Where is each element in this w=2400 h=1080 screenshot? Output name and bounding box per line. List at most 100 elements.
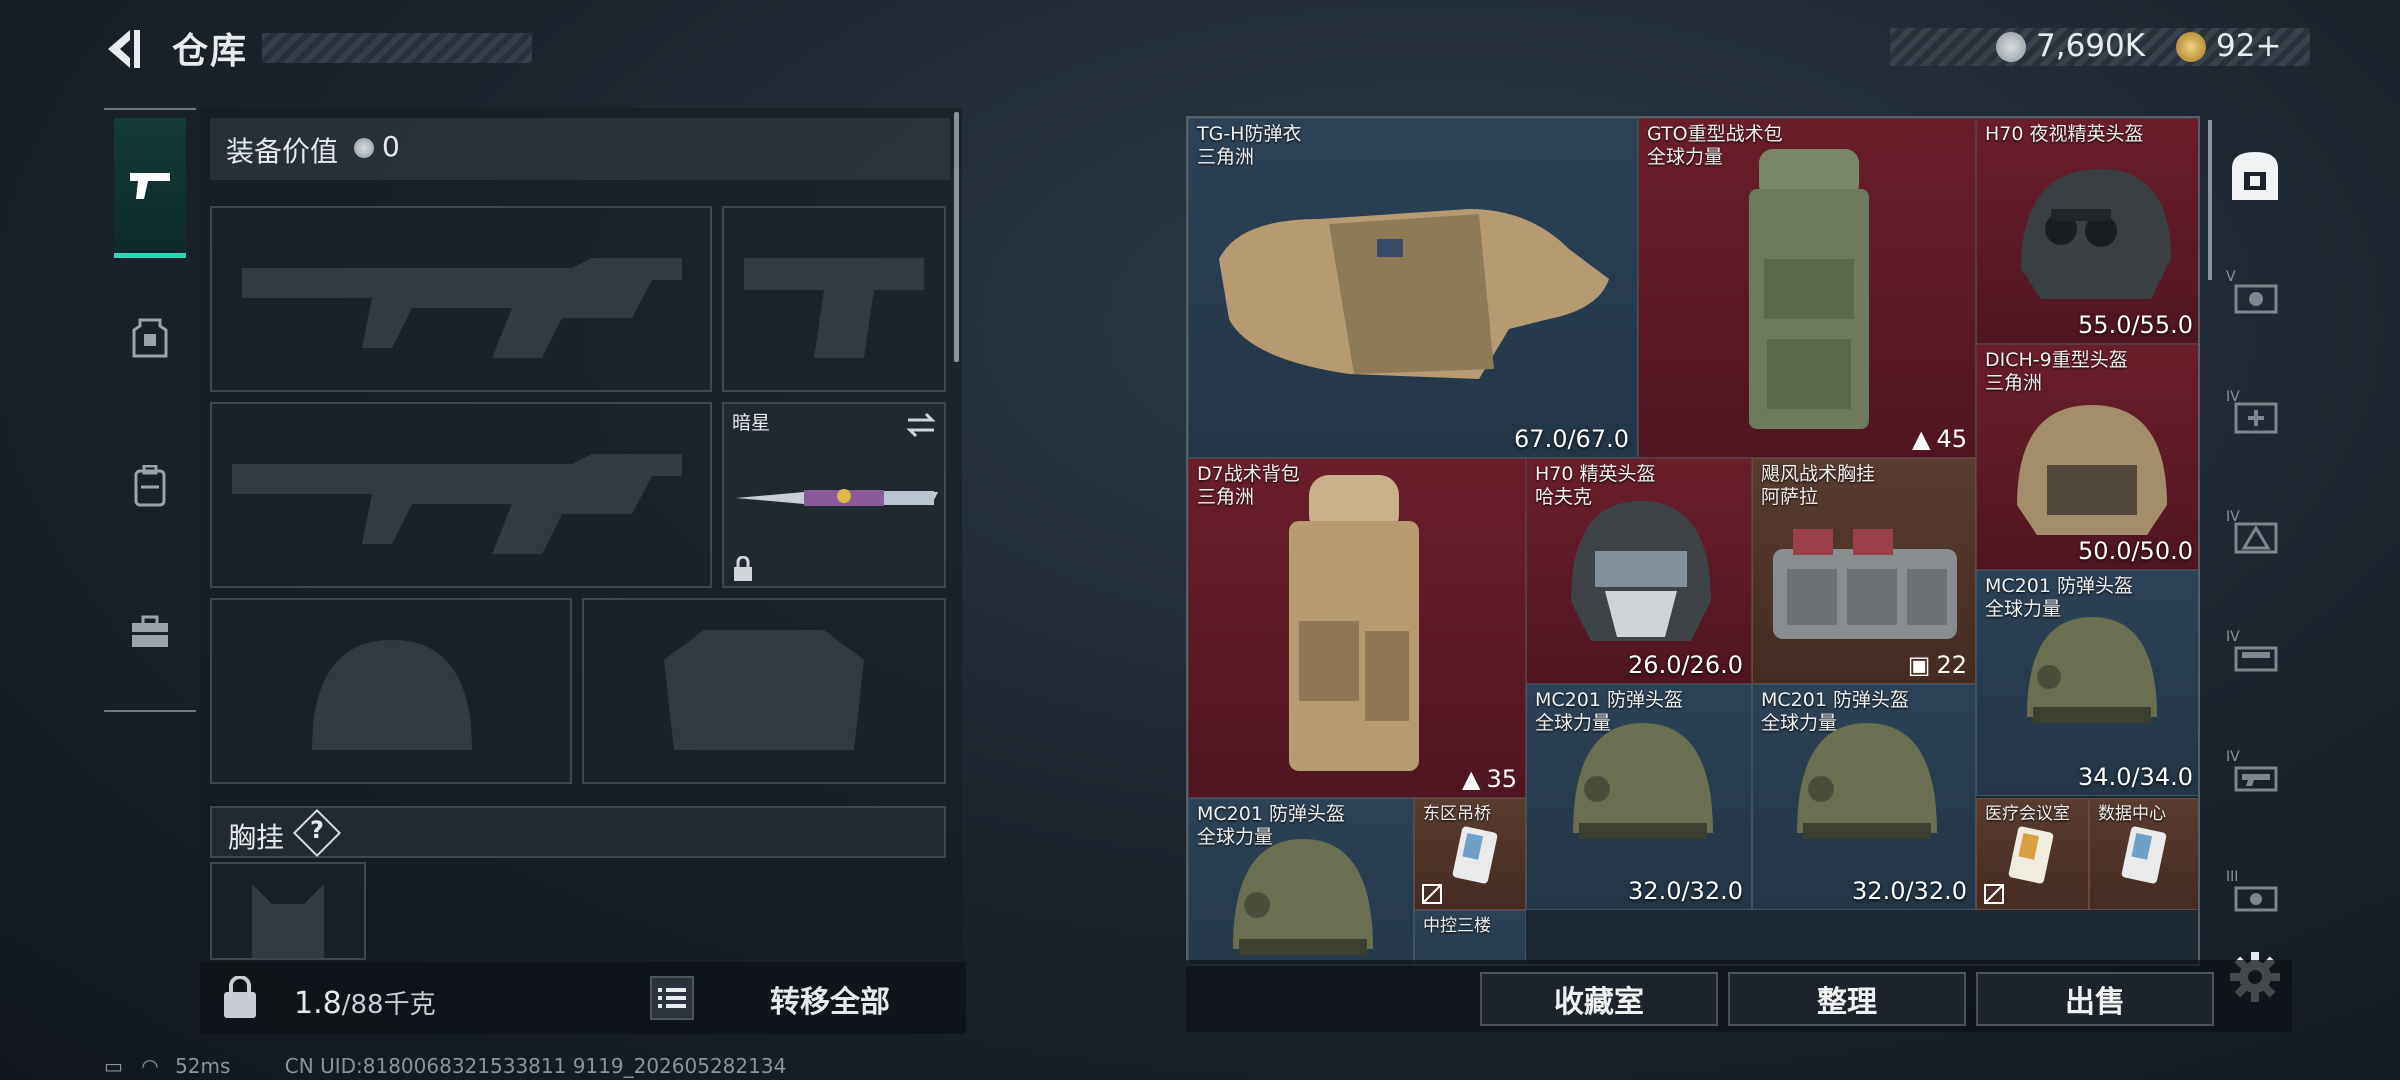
rifle-silhouette-icon <box>242 258 682 358</box>
item-faction: 三角洲 <box>1197 146 1255 168</box>
wifi-icon: ◠ <box>141 1054 159 1078</box>
tab-case[interactable] <box>114 602 186 662</box>
item-name: 数据中心 <box>2098 804 2166 824</box>
no-insure-icon <box>1422 884 1442 904</box>
item-faction: 阿萨拉 <box>1761 486 1819 508</box>
rail-level-4c-button[interactable]: IV <box>2226 626 2284 684</box>
sell-button[interactable]: 出售 <box>1976 972 2214 1026</box>
rail-level-5-button[interactable]: V <box>2226 266 2284 324</box>
ballistic-helmet-icon <box>1233 839 1373 955</box>
weight-max: /88千克 <box>341 990 436 1020</box>
loadout-scrollbar[interactable] <box>954 112 959 362</box>
item-capacity: 35 <box>1486 765 1517 793</box>
armor-silhouette-icon <box>664 630 864 750</box>
item-name: 中控三楼 <box>1423 916 1491 936</box>
chest-rig-icon <box>1773 529 1957 639</box>
title-decoration <box>262 33 532 63</box>
elite-helmet-icon <box>1571 501 1711 641</box>
back-arrow-icon <box>108 30 140 68</box>
status-bar: ▭ ◠ 52ms CN UID:8180068321533811 9119_20… <box>104 1054 786 1078</box>
secondary-weapon-slot[interactable] <box>210 402 712 588</box>
weight-lock-icon <box>220 975 260 1020</box>
item-capacity: 22 <box>1936 651 1967 679</box>
back-button[interactable] <box>100 26 146 72</box>
melee-name: 暗星 <box>732 412 771 434</box>
item-durability: 32.0/32.0 <box>1628 877 1743 905</box>
item-durability: 50.0/50.0 <box>2078 537 2193 565</box>
backpack-icon <box>1749 149 1869 429</box>
item-name: MC201 防弹头盔 <box>1985 575 2133 597</box>
item-faction: 三角洲 <box>1197 486 1255 508</box>
keycard-icon <box>2008 826 2054 884</box>
rifle-silhouette-icon <box>232 454 682 554</box>
swap-icon[interactable] <box>904 410 938 440</box>
stash-item[interactable]: H70 夜视精英头盔 55.0/55.0 <box>1976 118 2198 344</box>
rail-level-3-button[interactable]: III <box>2226 866 2284 924</box>
stash-item[interactable]: MC201 防弹头盔 全球力量 32.0/32.0 <box>1752 684 1976 910</box>
chest-rig-slot[interactable] <box>210 862 366 960</box>
sort-button[interactable]: 整理 <box>1728 972 1966 1026</box>
pistol-icon <box>114 156 186 216</box>
currency-value: 7,690K <box>2036 28 2146 64</box>
list-view-button[interactable] <box>650 976 694 1020</box>
medical-icon <box>2234 402 2278 434</box>
body-armor-icon <box>1219 209 1609 379</box>
chest-rig-header: 胸挂 ? <box>210 806 946 858</box>
stash-scrollbar[interactable] <box>2208 120 2212 280</box>
primary-weapon-slot[interactable] <box>210 206 712 392</box>
backpack-icon <box>1289 475 1419 771</box>
armor-slot[interactable] <box>582 598 946 784</box>
help-icon[interactable]: ? <box>310 816 324 844</box>
uid-text: CN UID:8180068321533811 9119_20260528213… <box>284 1054 787 1078</box>
item-faction: 全球力量 <box>1647 146 1724 168</box>
token-value[interactable]: 92+ <box>2216 28 2281 64</box>
coin-icon <box>1996 32 2026 62</box>
stash-item[interactable]: DICH-9重型头盔 三角洲 50.0/50.0 <box>1976 344 2198 570</box>
stash-item[interactable]: TG-H防弹衣 三角洲 67.0/67.0 <box>1188 118 1638 458</box>
tab-backpack[interactable] <box>114 456 186 516</box>
stash-item[interactable]: MC201 防弹头盔 全球力量 <box>1188 798 1414 964</box>
stash-item[interactable]: MC201 防弹头盔 全球力量 32.0/32.0 <box>1526 684 1752 910</box>
tab-armor[interactable] <box>114 308 186 368</box>
stash-grid: TG-H防弹衣 三角洲 67.0/67.0 GTO重型战术包 全球力量 ▲ 45 H7… <box>1186 116 2200 966</box>
rail-all-button[interactable] <box>2226 146 2284 204</box>
heavy-helmet-icon <box>2017 405 2167 535</box>
stash-item[interactable]: 飓风战术胸挂 阿萨拉 ▣ 22 <box>1752 458 1976 684</box>
item-durability: 55.0/55.0 <box>2078 311 2193 339</box>
gear-box-icon <box>2234 886 2278 912</box>
keycard-icon <box>2121 826 2167 884</box>
rail-level-4b-button[interactable]: IV <box>2226 506 2284 564</box>
collection-room-button[interactable]: 收藏室 <box>1480 972 1718 1026</box>
backpack-icon <box>134 465 166 507</box>
item-name: MC201 防弹头盔 <box>1761 689 1909 711</box>
stash-item[interactable]: H70 精英头盔 哈夫克 26.0/26.0 <box>1526 458 1752 684</box>
transfer-all-button[interactable]: 转移全部 <box>710 976 950 1022</box>
capacity-icon: ▲ <box>1911 425 1931 453</box>
stash-item[interactable]: D7战术背包 三角洲 ▲ 35 <box>1188 458 1526 798</box>
item-name: 医疗会议室 <box>1985 804 2070 824</box>
stash-item[interactable]: 东区吊桥 <box>1414 798 1526 910</box>
camera-icon <box>2234 284 2278 314</box>
list-icon <box>658 988 686 1008</box>
stash-item[interactable]: MC201 防弹头盔 全球力量 34.0/34.0 <box>1976 570 2198 796</box>
tab-weapon[interactable] <box>114 118 186 258</box>
helmet-slot[interactable] <box>210 598 572 784</box>
rail-level-4a-button[interactable]: IV <box>2226 386 2284 444</box>
equipment-value-bar: 装备价值 0 <box>210 118 950 180</box>
helmet-silhouette-icon <box>312 640 472 750</box>
melee-slot[interactable]: 暗星 <box>722 402 946 588</box>
stash-item[interactable]: 医疗会议室 <box>1976 798 2089 910</box>
pistol-slot[interactable] <box>722 206 946 392</box>
item-name: 飓风战术胸挂 <box>1761 463 1876 485</box>
item-name: DICH-9重型头盔 <box>1985 349 2128 371</box>
rail-level-4d-button[interactable]: IV <box>2226 746 2284 804</box>
stash-item[interactable]: 数据中心 <box>2089 798 2198 910</box>
ballistic-helmet-icon <box>1573 723 1713 839</box>
stash-item[interactable]: GTO重型战术包 全球力量 ▲ 45 <box>1638 118 1976 458</box>
item-name: MC201 防弹头盔 <box>1535 689 1683 711</box>
item-faction: 三角洲 <box>1985 372 2043 394</box>
no-insure-icon <box>1984 884 2004 904</box>
item-durability: 34.0/34.0 <box>2078 763 2193 791</box>
stash-item[interactable]: 中控三楼 <box>1414 910 1526 964</box>
vest-icon: ▣ <box>1907 651 1931 679</box>
